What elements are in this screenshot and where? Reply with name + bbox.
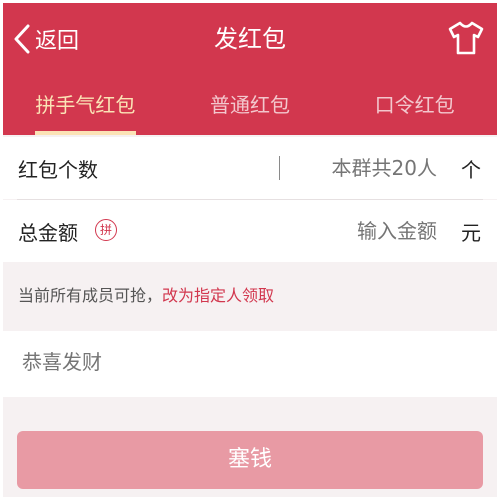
receiver-note: 当前所有成员可抢，改为指定人领取	[18, 282, 274, 306]
receiver-note-text: 当前所有成员可抢，	[18, 286, 163, 305]
total-amount-row: 总金额 拼 元	[3, 200, 497, 262]
app-window: 返回 发红包 拼手气红包 普通红包 口令红包 红包个数 个	[3, 3, 497, 497]
greeting-row	[3, 331, 497, 397]
total-amount-label: 总金额	[18, 220, 78, 245]
active-tab-indicator	[35, 131, 136, 135]
header-bar: 返回 发红包 拼手气红包 普通红包 口令红包	[3, 3, 497, 135]
packet-count-input[interactable]	[275, 155, 439, 181]
total-amount-input[interactable]	[275, 218, 439, 244]
tab-normal-packet[interactable]: 普通红包	[168, 83, 333, 135]
tab-bar: 拼手气红包 普通红包 口令红包	[3, 83, 497, 135]
packet-count-label: 红包个数	[18, 157, 98, 182]
tab-password-packet[interactable]: 口令红包	[332, 83, 497, 135]
specify-receiver-link[interactable]: 改为指定人领取	[162, 286, 274, 305]
total-amount-unit: 元	[461, 220, 481, 245]
greeting-input[interactable]	[20, 349, 424, 375]
tshirt-icon[interactable]	[447, 20, 485, 56]
page-title: 发红包	[214, 25, 286, 53]
submit-money-button[interactable]: 塞钱	[17, 431, 483, 489]
tab-label: 拼手气红包	[35, 93, 136, 117]
packet-count-unit: 个	[461, 157, 481, 182]
packet-count-row: 红包个数 个	[3, 137, 497, 199]
tab-label: 口令红包	[374, 93, 455, 117]
tab-label: 普通红包	[210, 93, 290, 117]
tab-lucky-packet[interactable]: 拼手气红包	[3, 83, 168, 135]
pin-badge: 拼	[95, 219, 117, 241]
